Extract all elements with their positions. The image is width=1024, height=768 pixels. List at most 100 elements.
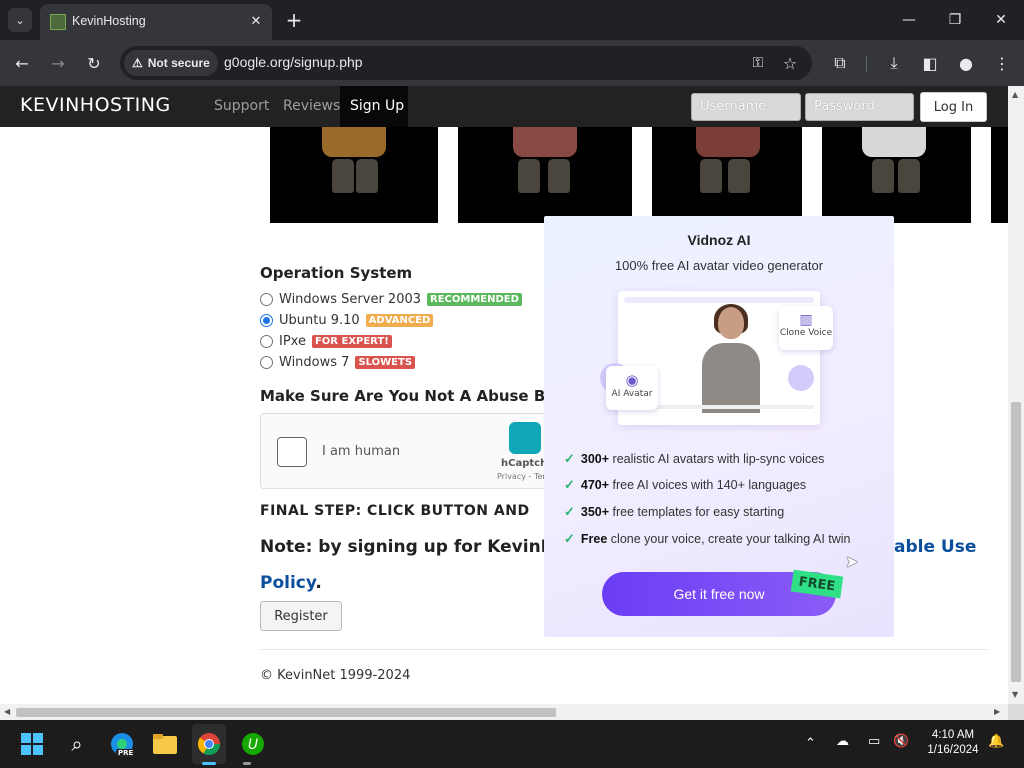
vertical-scrollbar[interactable]: ▲ ▼ (1008, 86, 1024, 704)
ad-feature-2: ✓ 350+ free templates for easy starting (564, 504, 785, 519)
os-thumbnail-3 (652, 127, 802, 223)
file-explorer-icon[interactable] (149, 728, 181, 760)
nav-signup-label: Sign Up (350, 98, 405, 114)
site-brand[interactable]: KEVINHOSTING (20, 94, 171, 116)
os-option-2[interactable]: IPxe FOR EXPERT! (260, 331, 392, 351)
os-radio-2[interactable] (260, 334, 273, 348)
site-navbar: KEVINHOSTING Support Reviews Sign Up Use… (0, 86, 1008, 127)
close-tab-icon[interactable]: ✕ (246, 11, 266, 31)
register-button[interactable]: Register (260, 601, 342, 631)
minimize-icon[interactable]: — (895, 6, 923, 34)
copyright: © KevinNet 1999-2024 (260, 668, 411, 683)
os-badge-1: ADVANCED (365, 313, 434, 327)
os-option-0[interactable]: Windows Server 2003 RECOMMENDED (260, 289, 522, 309)
os-name-3: Windows 7 (279, 354, 350, 370)
os-thumbnail-5 (991, 127, 1008, 223)
onedrive-icon[interactable]: ☁ (836, 734, 849, 749)
scroll-corner (1008, 704, 1024, 720)
site-info-chip[interactable]: ⚠ Not secure (124, 50, 218, 76)
maximize-icon[interactable]: ❐ (941, 6, 969, 34)
profile-icon[interactable]: ● (952, 49, 980, 77)
ad-feature-1: ✓ 470+ free AI voices with 140+ language… (564, 477, 807, 492)
tab-strip: ⌄ KevinHosting ✕ + — ❐ ✕ (0, 0, 1024, 40)
vertical-scroll-thumb[interactable] (1011, 402, 1021, 682)
display-icon[interactable]: ▭ (868, 734, 880, 749)
bookmark-star-icon[interactable]: ☆ (776, 49, 804, 77)
scroll-down-icon[interactable]: ▼ (1012, 690, 1018, 699)
scroll-left-icon[interactable]: ◀ (4, 707, 10, 716)
taskbar: ⌕ PRE U ⌃ ☁ ▭ 🔇 4:10 AM 1/16/2024 🔔 (0, 720, 1024, 768)
back-icon[interactable]: ← (8, 49, 36, 77)
nav-reviews[interactable]: Reviews (283, 98, 340, 114)
os-name-0: Windows Server 2003 (279, 291, 422, 307)
reload-icon[interactable]: ↻ (80, 49, 108, 77)
ad-feature-0: ✓ 300+ realistic AI avatars with lip-syn… (564, 451, 825, 466)
os-radio-0[interactable] (260, 292, 273, 306)
hcaptcha-logo-icon (509, 422, 541, 454)
tab-search-icon[interactable]: ⌄ (8, 8, 32, 32)
note-suffix: . (315, 573, 322, 593)
new-tab-icon[interactable]: + (282, 8, 306, 32)
pre-badge: PRE (116, 749, 136, 757)
nav-support[interactable]: Support (214, 98, 269, 114)
os-option-3[interactable]: Windows 7 SLOWETS (260, 352, 416, 372)
upwork-icon[interactable]: U (237, 728, 269, 760)
os-thumbnail-1 (270, 127, 438, 223)
os-thumbnail-4 (822, 127, 971, 223)
final-step-text: FINAL STEP: CLICK BUTTON AND (260, 503, 530, 519)
side-panel-icon[interactable]: ◧ (916, 49, 944, 77)
extensions-icon[interactable]: ⧉ (826, 49, 854, 77)
volume-muted-icon[interactable]: 🔇 (893, 734, 909, 749)
active-app-indicator (202, 762, 216, 765)
os-name-2: IPxe (279, 333, 306, 349)
scroll-right-icon[interactable]: ▶ (994, 707, 1000, 716)
running-app-indicator (243, 762, 251, 765)
windows-start-icon[interactable] (16, 728, 48, 760)
login-button[interactable]: Log In (920, 92, 987, 122)
url-text[interactable]: g0ogle.org/signup.php (224, 54, 363, 70)
browser-toolbar: ← → ↻ ⚠ Not secure g0ogle.org/signup.php… (0, 40, 1024, 86)
notification-bell-icon[interactable]: 🔔 (988, 734, 1004, 749)
key-icon[interactable]: ⚿ (744, 49, 772, 77)
not-secure-label: Not secure (147, 56, 210, 70)
ai-avatar-card: ◉ AI Avatar (606, 366, 658, 410)
browser-tab[interactable]: KevinHosting ✕ (40, 4, 272, 40)
clock-time: 4:10 AM (931, 729, 975, 741)
ad-title: Vidnoz AI (687, 232, 751, 248)
horizontal-scrollbar[interactable]: ◀ ▶ (0, 704, 1008, 720)
edge-icon[interactable]: PRE (106, 728, 138, 760)
chrome-icon[interactable] (193, 728, 225, 760)
os-radio-3[interactable] (260, 355, 273, 369)
mouse-cursor-icon: ➤ (845, 552, 859, 571)
vidnoz-ad[interactable]: Vidnoz AI 100% free AI avatar video gene… (544, 216, 894, 637)
tray-chevron-icon[interactable]: ⌃ (805, 736, 816, 751)
check-icon: ✓ (564, 477, 575, 492)
address-bar[interactable]: ⚠ Not secure g0ogle.org/signup.php ⚿ ☆ (120, 46, 812, 80)
taskbar-clock[interactable]: 4:10 AM 1/16/2024 (918, 728, 988, 758)
svg-text:U: U (248, 737, 258, 753)
voice-icon: ▥ (799, 312, 813, 328)
os-radio-1[interactable] (260, 313, 273, 327)
aup-link-1[interactable]: able Use (894, 537, 976, 557)
aup-link-2[interactable]: Policy (260, 573, 315, 593)
password-input[interactable]: Password (805, 93, 914, 121)
check-icon: ✓ (564, 504, 575, 519)
search-icon[interactable]: ⌕ (61, 728, 93, 760)
clone-voice-card: ▥ Clone Voice (779, 306, 833, 350)
captcha-checkbox[interactable] (277, 437, 307, 467)
forward-icon[interactable]: → (44, 49, 72, 77)
os-option-1[interactable]: Ubuntu 9.10 ADVANCED (260, 310, 434, 330)
menu-icon[interactable]: ⋮ (988, 49, 1016, 77)
nav-signup[interactable]: Sign Up (340, 86, 408, 127)
horizontal-scroll-thumb[interactable] (16, 708, 556, 717)
username-input[interactable]: Username (691, 93, 801, 121)
toolbar-divider (866, 56, 867, 72)
tab-title: KevinHosting (72, 14, 146, 28)
ad-feature-3: ✓ Free clone your voice, create your tal… (564, 531, 851, 546)
favicon-icon (50, 14, 66, 30)
captcha-label: I am human (322, 444, 401, 459)
close-window-icon[interactable]: ✕ (987, 6, 1015, 34)
scroll-up-icon[interactable]: ▲ (1012, 90, 1018, 99)
clock-date: 1/16/2024 (927, 744, 979, 756)
download-icon[interactable]: ⤓ (880, 49, 908, 77)
